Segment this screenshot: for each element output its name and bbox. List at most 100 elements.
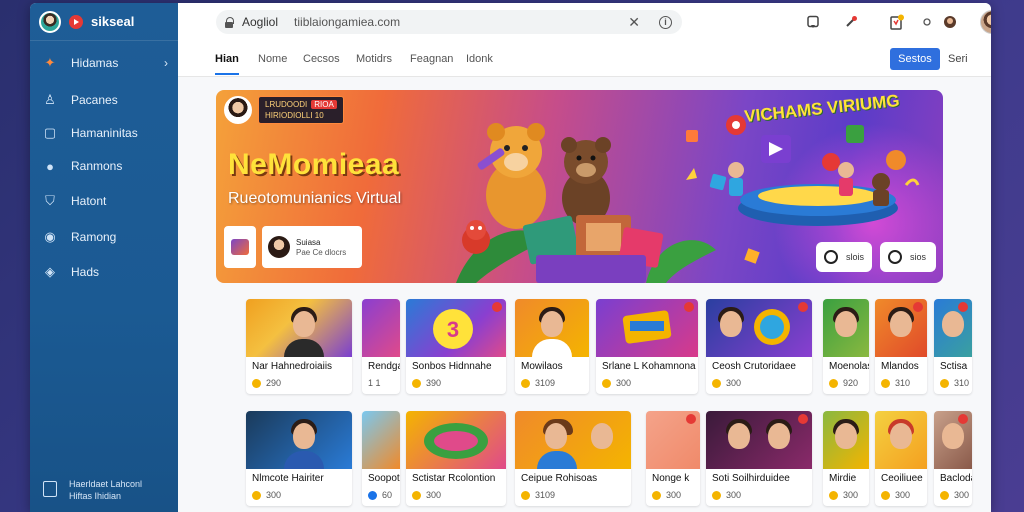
video-card[interactable]: Ceosh Crutoridaee 300	[706, 299, 812, 394]
sidebar-item-2[interactable]: ♙ Pacanes	[30, 86, 178, 114]
primary-button[interactable]: Sestos	[890, 48, 940, 70]
avatar[interactable]	[39, 10, 61, 33]
video-card[interactable]: Bacloda 300	[934, 411, 972, 506]
video-card[interactable]: Soti Soilhirduidee 300	[706, 411, 812, 506]
card-meta: 300	[412, 490, 441, 500]
sidebar-item-7[interactable]: ◈ Hads	[30, 258, 178, 286]
sidebar-item-label: Hatont	[71, 194, 107, 208]
view-count: 300	[954, 490, 970, 500]
hero-pill-1[interactable]: slois	[816, 242, 872, 272]
sidebar-item-4[interactable]: ● Ranmons	[30, 152, 178, 180]
card-thumbnail	[706, 299, 812, 357]
drop-icon: ◈	[45, 264, 55, 279]
card-title: Sctistar Rcolontion	[412, 473, 496, 484]
hero-pill-2[interactable]: sios	[880, 242, 936, 272]
profile-dot-icon[interactable]	[942, 14, 958, 30]
dot-menu-icon[interactable]	[919, 14, 935, 30]
sidebar-item-5[interactable]: ⛉ Hatont	[30, 187, 178, 215]
hero-title: NeMomieaa	[228, 148, 400, 181]
view-count: 300	[726, 378, 742, 388]
view-count: 310	[895, 378, 911, 388]
tab-4[interactable]: Motidrs	[356, 53, 392, 65]
hero-host-card[interactable]: Suiasa Pae Ce dlocrs	[262, 226, 362, 268]
coin-icon	[412, 490, 421, 500]
video-card[interactable]: Mlandos 310	[875, 299, 927, 394]
user-avatar[interactable]	[980, 10, 991, 34]
person-face	[293, 423, 315, 449]
secondary-link[interactable]: Seri	[948, 53, 968, 65]
card-title: Srlane L Kohamnona	[602, 361, 696, 372]
tab-6[interactable]: Idonk	[466, 53, 493, 65]
sidebar-item-6[interactable]: ◉ Ramong	[30, 223, 178, 251]
video-card[interactable]: Nonge k 300	[646, 411, 700, 506]
view-count: 3109	[535, 378, 556, 388]
card-meta: 300	[829, 490, 858, 500]
game-logo-graphic	[622, 310, 672, 344]
card-title: Sctisa	[940, 361, 968, 372]
video-card[interactable]: Srlane L Kohamnona 300	[596, 299, 698, 394]
tab-3[interactable]: Cecsos	[303, 53, 340, 65]
hero-thumbnail[interactable]	[224, 226, 256, 268]
person-body	[537, 451, 577, 469]
globe-graphic	[754, 309, 790, 345]
tab-2[interactable]: Nome	[258, 53, 287, 65]
sidebar-item-label: Hamaninitas	[71, 126, 138, 140]
view-count: 300	[666, 490, 682, 500]
shield-icon: ⛉	[45, 193, 55, 208]
card-thumbnail	[246, 411, 352, 469]
sidebar-item-1[interactable]: ✦ Hidamas ›	[30, 49, 178, 77]
hero-badge-line1: LRUDOODI	[265, 100, 308, 109]
card-thumbnail	[515, 299, 589, 357]
address-bar[interactable]: Aogliol tiiblaiongamiea.com ✕ i	[216, 10, 682, 34]
info-icon[interactable]: i	[659, 15, 672, 29]
card-meta: 310	[940, 378, 969, 388]
video-card[interactable]: Sctisa 310	[934, 299, 972, 394]
tab-5[interactable]: Feagnan	[410, 53, 453, 65]
sidebar-footer[interactable]: Haerldaet Lahconl Hiftas Ihidian	[30, 478, 178, 502]
video-card[interactable]: Mowilaos 3109	[515, 299, 589, 394]
video-card[interactable]: Soopot 60	[362, 411, 400, 506]
person-face	[541, 311, 563, 337]
card-title: Soti Soilhirduidee	[712, 473, 790, 484]
video-card[interactable]: Rendga 1 1	[362, 299, 400, 394]
card-thumbnail	[362, 299, 400, 357]
video-card[interactable]: Sctistar Rcolontion 300	[406, 411, 506, 506]
notification-icon[interactable]	[889, 14, 905, 30]
card-meta: 300	[652, 490, 681, 500]
video-card[interactable]: Nlmcote Hairiter 300	[246, 411, 352, 506]
video-card[interactable]: 3 Sonbos Hidnnahe 390	[406, 299, 506, 394]
video-card[interactable]: Mirdie 300	[823, 411, 869, 506]
person-face	[768, 423, 790, 449]
close-icon[interactable]: ✕	[628, 14, 640, 31]
coin-icon	[881, 378, 890, 388]
square-icon: ▢	[43, 125, 57, 140]
url-text: tiiblaiongamiea.com	[294, 15, 401, 29]
video-card[interactable]: Nar Hahnedroiaiis 290	[246, 299, 352, 394]
extension-icon[interactable]	[843, 14, 859, 30]
sidebar-item-3[interactable]: ▢ Hamaninitas	[30, 119, 178, 147]
bookmark-icon[interactable]	[805, 14, 821, 30]
coin-icon	[412, 378, 421, 388]
video-card[interactable]: Moenolas 920	[823, 299, 869, 394]
view-count: 310	[954, 378, 970, 388]
tab-1[interactable]: Hian	[215, 53, 239, 75]
video-card[interactable]: Ceoiliuee 300	[875, 411, 927, 506]
card-thumbnail	[515, 411, 631, 469]
puzzle-icon: ✦	[44, 55, 56, 70]
hero-banner[interactable]: VICHAMS VIRIUMG LRUDOODI RIOA HIRIODIOLLI…	[216, 90, 943, 283]
view-count: 300	[843, 490, 859, 500]
coin-icon	[368, 490, 377, 500]
live-badge	[686, 414, 696, 424]
video-card[interactable]: Ceipue Rohisoas 3109	[515, 411, 631, 506]
coin-icon	[940, 490, 949, 500]
brand-name: sikseal	[91, 14, 135, 29]
person-face	[942, 311, 964, 337]
person-face	[545, 423, 567, 449]
candy-graphic	[424, 423, 488, 459]
view-count: 300	[266, 490, 282, 500]
card-meta: 310	[881, 378, 910, 388]
card-meta: 290	[252, 378, 281, 388]
hero-badge-pill: RIOA	[311, 100, 337, 109]
card-thumbnail	[823, 299, 869, 357]
live-badge	[684, 302, 694, 312]
